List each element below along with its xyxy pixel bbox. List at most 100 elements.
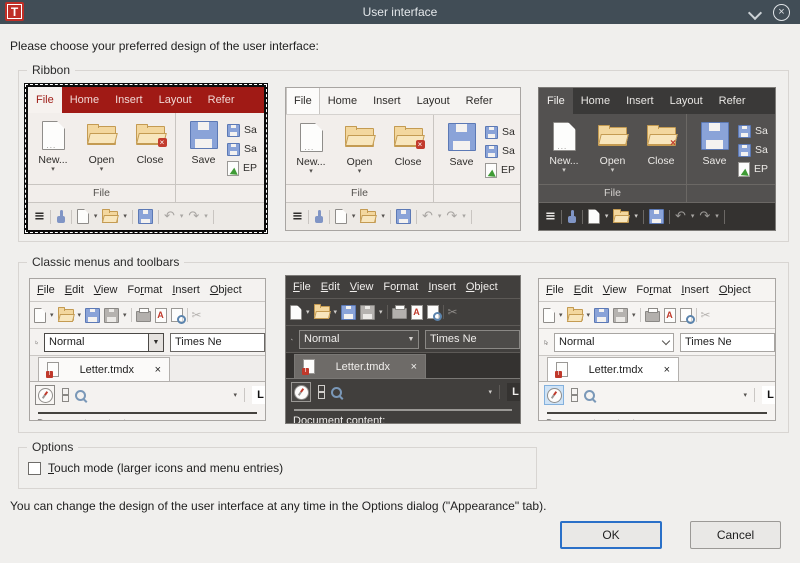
title-bar[interactable]: T User interface × [0,0,800,24]
textmaker-document-icon [555,362,568,378]
print-icon [391,305,407,319]
document-tab: Letter.tmdx × [38,357,170,381]
epub-export-icon [227,160,239,176]
new-document-icon [587,209,600,224]
menu-file: File [37,284,55,296]
classic-style-modern-option[interactable]: File Edit View Format Insert Object ▾ ▾ … [538,278,776,421]
dropdown-arrow-icon: ▾ [50,312,54,319]
close-icon[interactable]: × [773,4,790,21]
dropdown-arrow-icon: ▾ [462,213,466,220]
save-icon [85,307,101,323]
dropdown-arrow-icon: ▾ [586,312,591,319]
textmaker-document-icon [46,362,59,378]
new-document-icon [299,122,323,152]
quick-access-toolbar: ≡ ▾ ▾ ↶ ▾ ↷ ▾ [539,202,775,230]
ribbon-style-colored-option[interactable]: File Home Insert Layout Refer New... ▾ [24,83,268,234]
ribbon-new-button: New... ▾ [30,119,77,184]
tab-close-icon: × [154,363,161,376]
ribbon-epub-small-button: EP [738,161,768,177]
touch-mode-option[interactable]: Touch mode (larger icons and menu entrie… [28,461,283,475]
hamburger-menu-icon: ≡ [292,209,303,224]
save-as-icon [104,307,120,323]
dropdown-arrow-icon: ▾ [610,167,615,174]
classic-style-dark-option[interactable]: File Edit View Format Insert Object ▾ ▾ … [285,275,521,424]
close-badge-icon [669,139,678,148]
hamburger-menu-icon: ≡ [34,209,45,224]
dropdown-arrow-icon: ▾ [77,312,82,319]
new-document-icon [334,209,347,224]
cancel-button[interactable]: Cancel [690,521,781,549]
ribbon-saveas-small-button: Sa [738,143,768,157]
combo-dropdown-icon: ▼ [659,334,673,351]
save-icon [738,124,751,138]
ribbon-save-button: Save [438,121,485,184]
document-content-text: Document content: [293,415,386,424]
ruler-fragment: L [762,386,775,404]
print-icon [135,308,151,322]
standard-toolbar: ▾ ▾ ▾ ✂ [539,302,775,329]
save-icon [137,209,153,224]
ok-button[interactable]: OK [560,521,662,549]
standard-toolbar: ▾ ▾ ▾ ✂ [30,302,265,329]
tab-file: File [539,88,573,114]
dropdown-arrow-icon: ▾ [604,213,609,220]
save-icon [227,123,240,137]
format-toolbar: Normal ▼ Times Ne [30,329,265,356]
dropdown-arrow-icon: ▾ [99,166,104,173]
open-folder-icon [613,208,630,223]
new-document-icon [41,120,65,150]
save-as-icon [613,307,629,323]
intro-text: Please choose your preferred design of t… [10,39,319,53]
cut-icon: ✂ [191,308,202,322]
touch-mode-checkbox[interactable] [28,461,41,475]
menu-edit: Edit [573,284,593,296]
save-floppy-icon [447,123,476,151]
ribbon-epub-small-button: EP [227,160,257,176]
dropdown-arrow-icon: ▾ [306,309,310,316]
new-document-icon [76,209,89,224]
standard-toolbar: ▾ ▾ ▾ ✂ [286,299,520,326]
tab-file: File [286,88,320,114]
menu-bar: File Edit View Format Insert Object [30,279,265,302]
ribbon-style-dark-option[interactable]: File Home Insert Layout Refer New... ▾ [538,87,776,231]
font-name-combobox: Times Ne [170,332,265,352]
document-tab-bar: Letter.tmdx × [539,356,775,382]
combo-dropdown-icon: ▼ [148,333,163,351]
ribbon-open-button: Open ▾ [336,121,383,184]
dropdown-arrow-icon: ▾ [204,213,208,220]
open-folder-icon [57,307,74,321]
classic-group-box: Classic menus and toolbars File Edit Vie… [18,255,789,433]
document-tab: Letter.tmdx × [547,357,679,381]
save-icon [395,209,411,224]
dropdown-arrow-icon: ▾ [381,213,385,220]
format-toolbar: Normal ▼ Times Ne [539,329,775,356]
menu-format: Format [127,284,163,296]
ribbon-style-light-option[interactable]: File Home Insert Layout Refer New... ▾ [285,87,521,231]
dropdown-arrow-icon: ▾ [351,213,356,220]
tab-file: File [28,87,62,113]
dropdown-arrow-icon: ▾ [333,309,338,316]
tab-home: Home [580,95,611,107]
save-icon [594,307,610,323]
close-badge-icon [157,137,167,147]
hand-pointer-icon [567,210,577,223]
navigate-button [35,385,55,405]
ribbon-close-button: Close [385,121,432,184]
menu-object: Object [209,284,242,296]
ribbon-saveas-small-button: Sa [227,142,257,156]
tab-references: Refer [465,95,493,107]
new-document-icon [290,304,302,320]
open-folder-icon [566,307,583,321]
tab-close-icon: × [410,360,417,373]
menu-view: View [93,284,118,296]
menu-bar: File Edit View Format Insert Object [539,279,775,302]
compass-icon [293,384,309,400]
classic-style-light-option[interactable]: File Edit View Format Insert Object ▾ ▾ … [29,278,266,421]
open-folder-icon [598,124,627,146]
save-as-icon [485,144,498,158]
ribbon-open-button: Open ▾ [78,119,125,184]
save-icon [485,125,498,139]
sidebar-panels-icon [318,385,325,399]
open-folder-icon [360,208,377,223]
user-interface-dialog: T User interface × Please choose your pr… [0,0,800,563]
